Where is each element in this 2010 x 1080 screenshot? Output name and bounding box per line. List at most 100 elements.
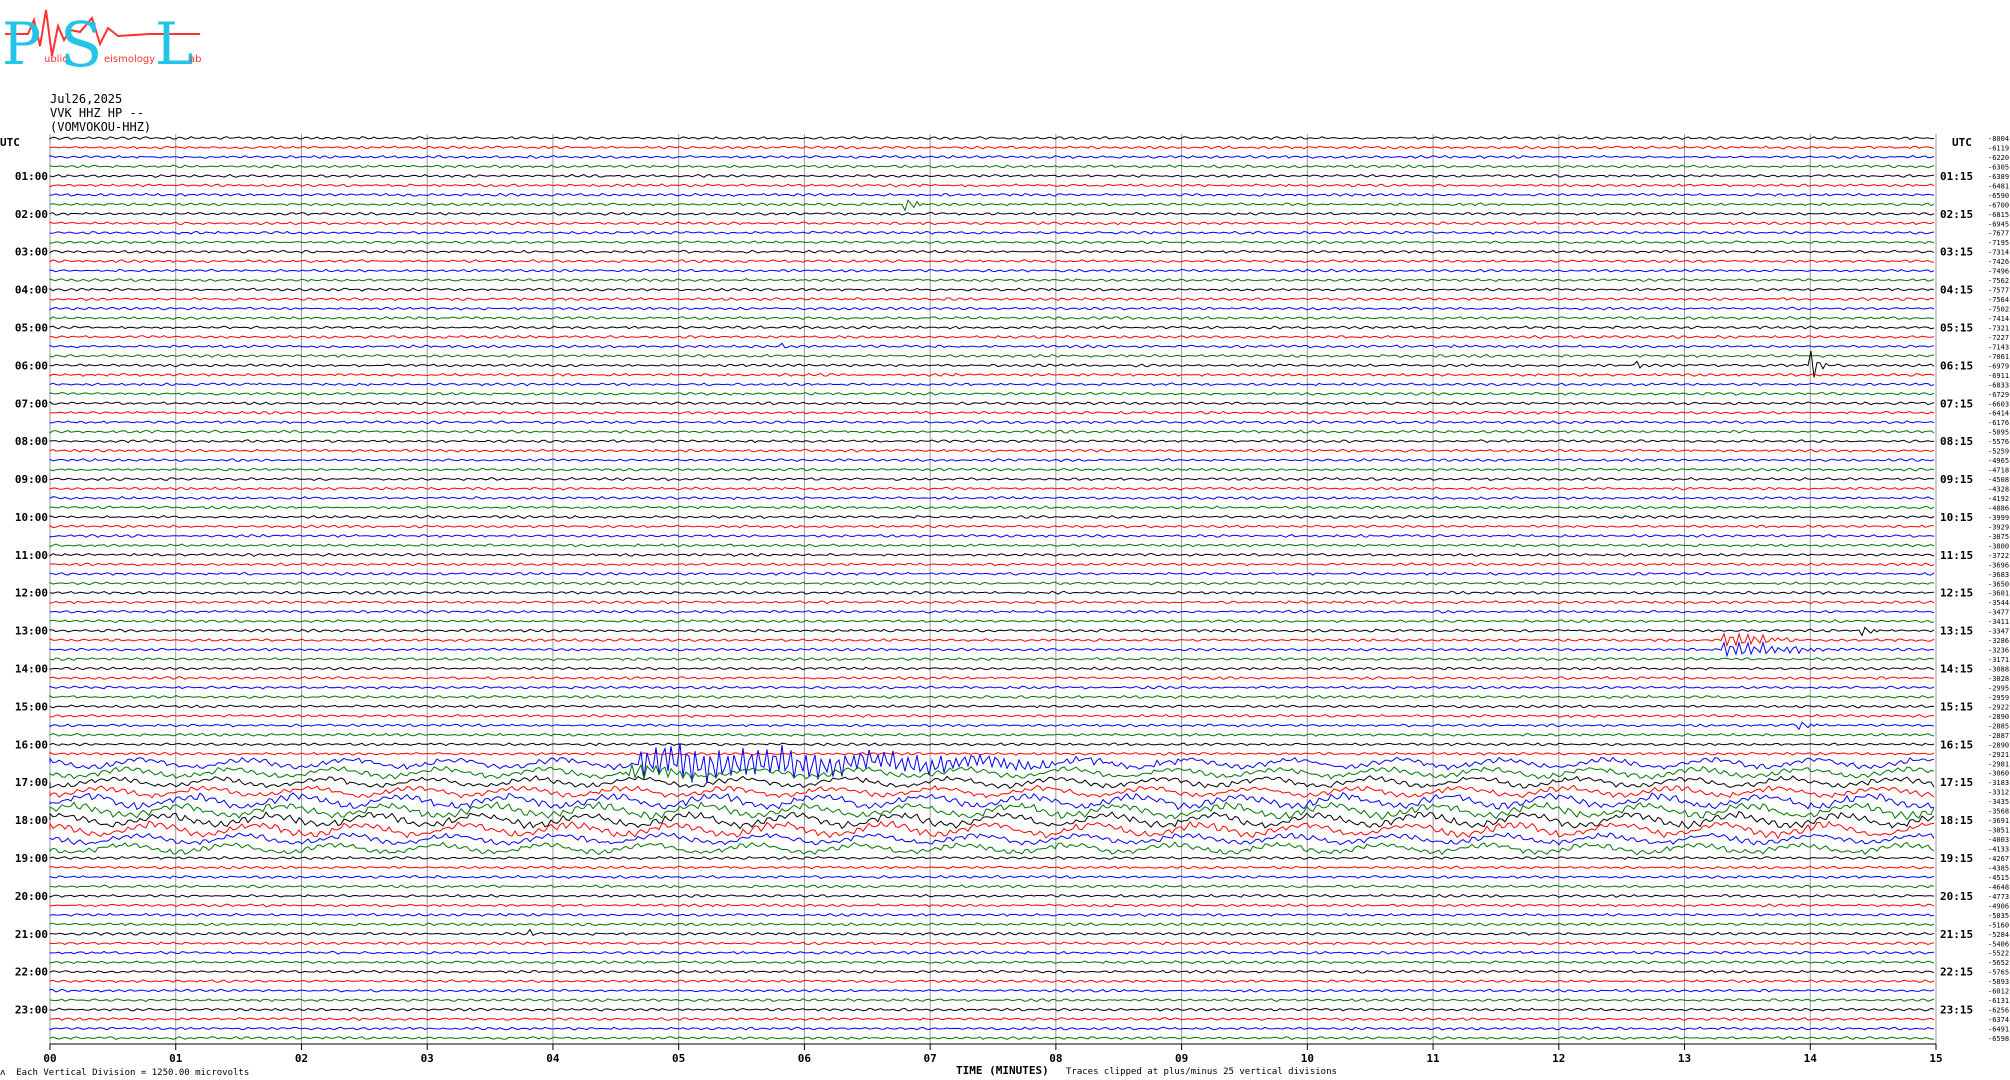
hour-label-left: 03:00 (15, 246, 48, 259)
hour-label-right: 03:15 (1940, 246, 1973, 259)
trace-offset-label: -6131 (1988, 997, 2009, 1005)
seismic-trace (49, 410, 1935, 415)
trace-offset-label: -3028 (1988, 675, 2009, 683)
trace-offset-label: -3312 (1988, 789, 2009, 797)
seismic-trace (49, 316, 1935, 321)
seismic-trace (49, 640, 1935, 658)
seismic-trace (49, 784, 1935, 799)
seismic-trace (49, 841, 1935, 856)
hour-label-left: 20:00 (15, 890, 48, 903)
seismic-trace (49, 401, 1935, 406)
trace-offset-label: -6491 (1988, 1026, 2009, 1034)
hour-label-left: 04:00 (15, 284, 48, 297)
trace-offset-label: -6700 (1988, 201, 2009, 209)
seismic-trace (49, 268, 1935, 273)
trace-offset-label: -5893 (1988, 978, 2009, 986)
trace-offset-label: -4906 (1988, 902, 2009, 910)
trace-offset-label: -3875 (1988, 533, 2009, 541)
trace-offset-label: -8004 (1988, 135, 2009, 143)
seismic-trace (49, 979, 1935, 984)
seismic-trace (49, 998, 1935, 1003)
trace-offset-label: -7414 (1988, 315, 2009, 323)
hour-label-left: 09:00 (15, 473, 48, 486)
hour-label-left: 13:00 (15, 625, 48, 638)
hour-label-left: 19:00 (15, 852, 48, 865)
trace-offset-label: -6119 (1988, 144, 2009, 152)
trace-offset-label: -3347 (1988, 628, 2009, 636)
hour-label-right: 15:15 (1940, 700, 1973, 713)
seismic-trace (49, 515, 1935, 519)
trace-offset-label: -4965 (1988, 457, 2009, 465)
seismic-trace (49, 775, 1935, 789)
x-tick-label: 06 (798, 1052, 812, 1065)
trace-offset-label: -4003 (1988, 836, 2009, 844)
hour-label-left: 10:00 (15, 511, 48, 524)
trace-offset-label: -3696 (1988, 561, 2009, 569)
trace-offset-label: -6305 (1988, 163, 2009, 171)
hour-label-left: 17:00 (15, 776, 48, 789)
trace-offset-label: -6979 (1988, 362, 2009, 370)
x-axis-title: TIME (MINUTES) (956, 1064, 1049, 1077)
label-layer: 00 01 02 03 04 05 06 07 08 09 10 11 12 13 14 15-8004-61… (15, 135, 2009, 1065)
hour-label-right: 05:15 (1940, 321, 1973, 334)
trace-offset-label: -3568 (1988, 808, 2009, 816)
trace-offset-label: -3171 (1988, 656, 2009, 664)
footer-clip-note: Traces clipped at plus/minus 25 vertical… (1066, 1067, 1337, 1077)
trace-offset-label: -3411 (1988, 618, 2009, 626)
hour-label-right: 14:15 (1940, 663, 1973, 676)
x-tick-label: 10 (1301, 1052, 1314, 1065)
trace-offset-label: -2890 (1988, 713, 2009, 721)
seismic-trace (49, 571, 1935, 576)
trace-offset-label: -2959 (1988, 694, 2009, 702)
hour-label-right: 02:15 (1940, 208, 1973, 221)
seismic-trace (49, 950, 1935, 955)
seismic-trace (49, 865, 1935, 870)
trace-offset-label: -6815 (1988, 211, 2009, 219)
trace-offset-label: -4267 (1988, 855, 2009, 863)
footer-vertical-division: ʌ Each Vertical Division = 1250.00 micro… (0, 1068, 250, 1078)
hour-label-right: 10:15 (1940, 511, 1973, 524)
seismic-trace (49, 562, 1935, 567)
trace-offset-label: -2887 (1988, 732, 2009, 740)
trace-offset-label: -3691 (1988, 817, 2009, 825)
seismic-trace (49, 164, 1935, 169)
trace-offset-label: -7321 (1988, 324, 2009, 332)
trace-offset-label: -7195 (1988, 239, 2009, 247)
hour-label-left: 02:00 (15, 208, 48, 221)
hour-label-left: 22:00 (15, 966, 48, 979)
trace-offset-label: -5576 (1988, 438, 2009, 446)
seismic-trace (49, 960, 1935, 965)
seismic-trace (49, 249, 1935, 254)
trace-offset-label: -7562 (1988, 277, 2009, 285)
seismic-trace (49, 912, 1935, 917)
trace-offset-label: -7227 (1988, 334, 2009, 342)
trace-offset-label: -6598 (1988, 1035, 2009, 1043)
seismic-trace (49, 240, 1935, 245)
x-tick-label: 07 (924, 1052, 937, 1065)
x-tick-label: 08 (1049, 1052, 1062, 1065)
trace-offset-label: -6729 (1988, 391, 2009, 399)
trace-offset-label: -3236 (1988, 647, 2009, 655)
trace-offset-label: -5406 (1988, 940, 2009, 948)
hour-label-right: 19:15 (1940, 852, 1973, 865)
trace-offset-label: -2981 (1988, 760, 2009, 768)
seismic-trace (49, 353, 1935, 358)
seismic-trace (49, 941, 1935, 946)
x-tick-label: 05 (672, 1052, 685, 1065)
seismic-trace (49, 211, 1935, 216)
seismic-trace (49, 884, 1935, 889)
trace-offset-label: -4328 (1988, 486, 2009, 494)
seismic-trace (49, 810, 1935, 830)
seismic-trace (49, 230, 1935, 235)
x-tick-label: 00 (43, 1052, 56, 1065)
hour-label-left: 16:00 (15, 738, 48, 751)
seismic-trace (49, 420, 1935, 425)
seismic-trace (49, 382, 1935, 387)
seismic-trace (49, 657, 1935, 662)
seismic-trace (49, 856, 1935, 860)
hour-label-right: 20:15 (1940, 890, 1973, 903)
x-tick-label: 13 (1678, 1052, 1691, 1065)
trace-offset-label: -3060 (1988, 770, 2009, 778)
hour-label-left: 18:00 (15, 814, 48, 827)
trace-offset-label: -2995 (1988, 684, 2009, 692)
